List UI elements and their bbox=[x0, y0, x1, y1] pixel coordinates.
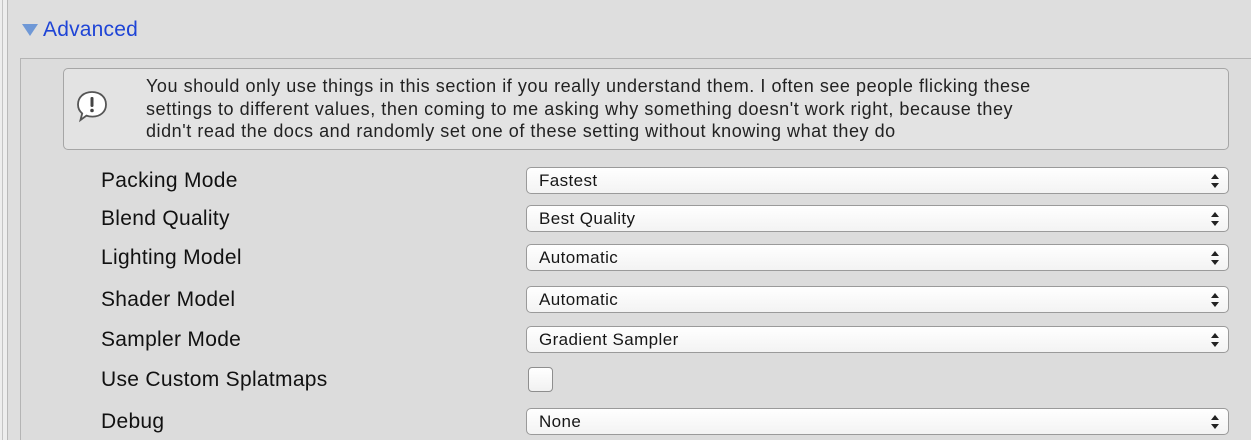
lighting-model-label: Lighting Model bbox=[101, 246, 242, 269]
lighting-model-value: Automatic bbox=[539, 248, 619, 267]
use-custom-splatmaps-label: Use Custom Splatmaps bbox=[101, 368, 328, 391]
sampler-mode-label: Sampler Mode bbox=[101, 328, 242, 351]
up-down-arrows-icon bbox=[1211, 333, 1219, 347]
up-down-arrows-icon bbox=[1211, 415, 1219, 429]
blend-quality-dropdown[interactable]: Best Quality bbox=[526, 205, 1229, 232]
debug-value: None bbox=[539, 412, 582, 431]
advanced-section-content: You should only use things in this secti… bbox=[20, 58, 1251, 440]
property-row-blend-quality: Blend Quality Best Quality bbox=[21, 202, 1251, 236]
packing-mode-value: Fastest bbox=[539, 171, 598, 190]
up-down-arrows-icon bbox=[1211, 174, 1219, 188]
info-icon bbox=[77, 91, 107, 123]
blend-quality-label: Blend Quality bbox=[101, 207, 230, 230]
packing-mode-label: Packing Mode bbox=[101, 169, 238, 192]
debug-dropdown[interactable]: None bbox=[526, 408, 1229, 435]
lighting-model-dropdown[interactable]: Automatic bbox=[526, 244, 1229, 271]
inspector-panel: Advanced You should only use things in t… bbox=[8, 0, 1251, 440]
up-down-arrows-icon bbox=[1211, 212, 1219, 226]
shader-model-value: Automatic bbox=[539, 290, 619, 309]
up-down-arrows-icon bbox=[1211, 251, 1219, 265]
property-row-packing-mode: Packing Mode Fastest bbox=[21, 164, 1251, 198]
property-row-use-custom-splatmaps: Use Custom Splatmaps bbox=[21, 363, 1251, 397]
advanced-foldout-header[interactable]: Advanced bbox=[8, 10, 138, 50]
property-row-debug: Debug None bbox=[21, 405, 1251, 439]
up-down-arrows-icon bbox=[1211, 293, 1219, 307]
sampler-mode-dropdown[interactable]: Gradient Sampler bbox=[526, 326, 1229, 353]
property-row-shader-model: Shader Model Automatic bbox=[21, 283, 1251, 317]
property-row-sampler-mode: Sampler Mode Gradient Sampler bbox=[21, 323, 1251, 357]
foldout-expanded-triangle-icon[interactable] bbox=[22, 24, 38, 36]
warning-help-box: You should only use things in this secti… bbox=[63, 68, 1229, 150]
inspector-left-edge bbox=[0, 0, 8, 440]
property-row-lighting-model: Lighting Model Automatic bbox=[21, 241, 1251, 275]
help-box-message: You should only use things in this secti… bbox=[146, 76, 1031, 141]
sampler-mode-value: Gradient Sampler bbox=[539, 330, 679, 349]
use-custom-splatmaps-checkbox[interactable] bbox=[528, 367, 553, 392]
blend-quality-value: Best Quality bbox=[539, 209, 636, 228]
shader-model-label: Shader Model bbox=[101, 288, 236, 311]
shader-model-dropdown[interactable]: Automatic bbox=[526, 286, 1229, 313]
debug-label: Debug bbox=[101, 410, 165, 433]
foldout-label[interactable]: Advanced bbox=[43, 18, 138, 42]
packing-mode-dropdown[interactable]: Fastest bbox=[526, 167, 1229, 194]
